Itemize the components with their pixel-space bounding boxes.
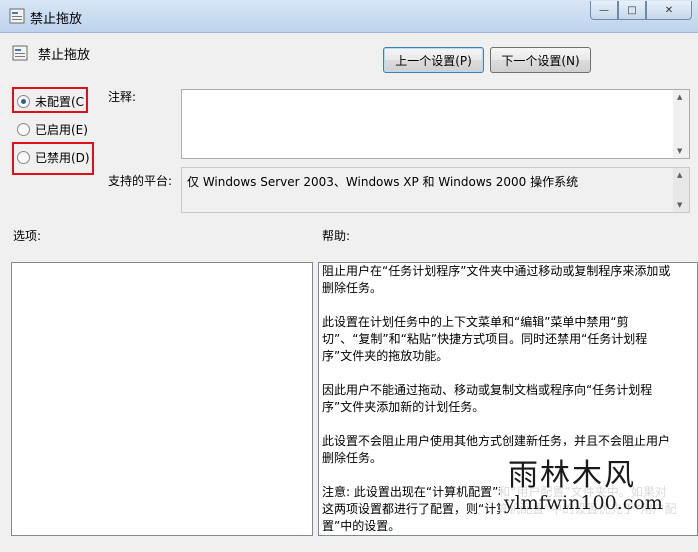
comment-textarea[interactable]: ▲ ▼ — [181, 89, 690, 159]
previous-setting-label: 上一个设置(P) — [395, 53, 472, 68]
policy-app-icon — [9, 8, 25, 24]
radio-enabled-label: 已启用(E) — [35, 123, 88, 137]
scroll-down-icon[interactable]: ▼ — [677, 147, 682, 155]
window-title: 禁止拖放 — [30, 12, 83, 27]
policy-setting-icon — [12, 45, 28, 61]
policy-title: 禁止拖放 — [38, 48, 91, 63]
minimize-icon: — — [599, 4, 609, 16]
help-label: 帮助: — [322, 229, 351, 243]
next-setting-button[interactable]: 下一个设置(N) — [490, 47, 591, 73]
watermark-en: ylmfwin100.com — [504, 492, 663, 514]
supported-scrollbar[interactable]: ▲ ▼ — [673, 168, 689, 212]
help-paragraph: 阻止用户在“任务计划程序”文件夹中通过移动或复制程序来添加或删除任务。 — [322, 264, 671, 295]
radio-enabled-indicator[interactable] — [17, 123, 30, 136]
highlight-box-disabled — [12, 142, 94, 175]
next-setting-label: 下一个设置(N) — [501, 53, 580, 68]
previous-setting-button[interactable]: 上一个设置(P) — [383, 47, 484, 73]
comment-scrollbar[interactable]: ▲ ▼ — [673, 90, 689, 158]
minimize-button[interactable]: — — [590, 1, 618, 20]
highlight-box-not-configured — [12, 87, 88, 113]
watermark-cn: 雨林木风 — [508, 458, 636, 493]
supported-scroll-up-icon[interactable]: ▲ — [677, 171, 682, 179]
options-panel — [11, 262, 313, 536]
supported-on-value: 仅 Windows Server 2003、Windows XP 和 Windo… — [187, 175, 579, 189]
close-button[interactable]: ✕ — [646, 1, 692, 20]
maximize-button[interactable]: □ — [618, 1, 646, 20]
help-paragraph: 此设置在计划任务中的上下文菜单和“编辑”菜单中禁用“剪切”、“复制”和“粘贴”快… — [322, 315, 648, 363]
radio-enabled[interactable]: 已启用(E) — [17, 121, 88, 138]
supported-on-field: 仅 Windows Server 2003、Windows XP 和 Windo… — [181, 167, 690, 213]
scroll-up-icon[interactable]: ▲ — [677, 93, 682, 101]
help-paragraph: 因此用户不能通过拖动、移动或复制文档或程序向“任务计划程序”文件夹添加新的计划任… — [322, 383, 653, 414]
watermark: 雨林木风 ylmfwin100.com — [500, 446, 690, 526]
close-icon: ✕ — [664, 4, 674, 16]
maximize-icon: □ — [627, 4, 637, 16]
supported-scroll-down-icon[interactable]: ▼ — [677, 201, 682, 209]
supported-on-label: 支持的平台: — [108, 174, 173, 188]
title-bar: 禁止拖放 — □ ✕ — [0, 0, 698, 33]
comment-label: 注释: — [108, 90, 137, 104]
options-label: 选项: — [13, 229, 42, 243]
